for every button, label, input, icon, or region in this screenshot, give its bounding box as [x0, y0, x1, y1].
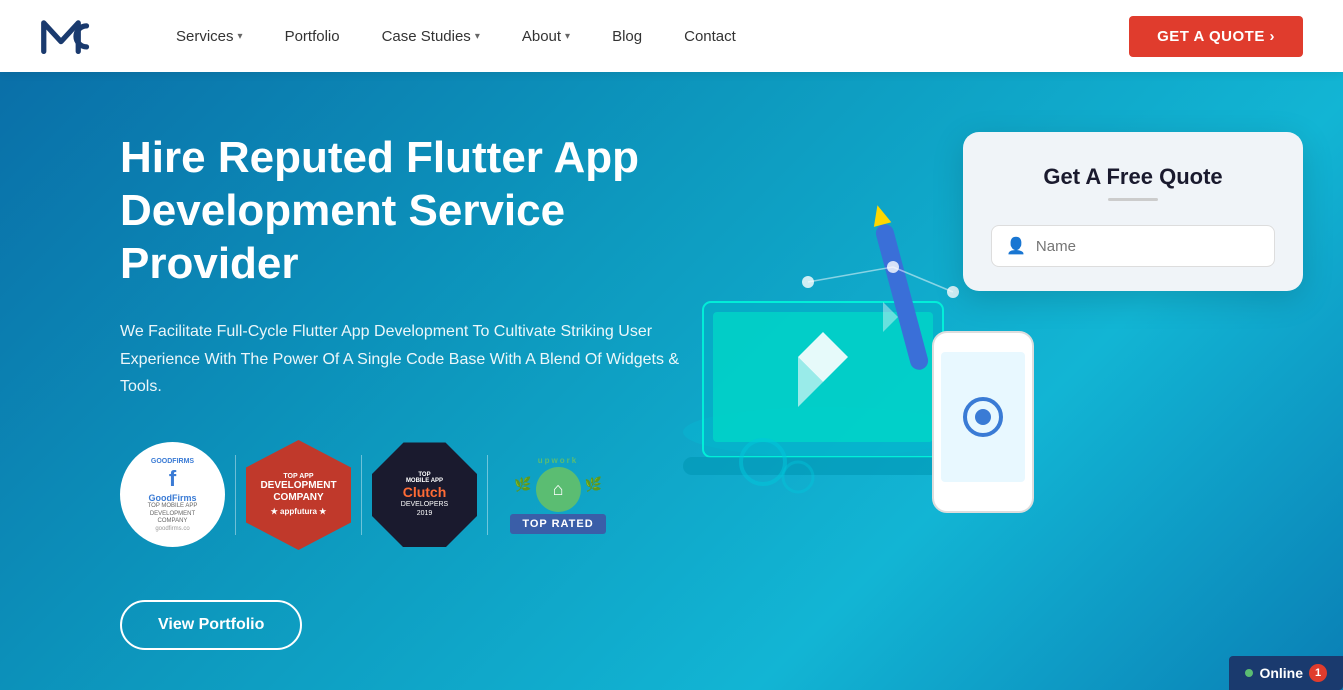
navbar: Services ▾ Portfolio Case Studies ▾ Abou…: [0, 0, 1343, 72]
online-indicator[interactable]: Online 1: [1229, 656, 1343, 690]
chevron-down-icon: ▾: [475, 31, 480, 42]
online-count-badge: 1: [1309, 664, 1327, 682]
badge-clutch: TOPMOBILE APP Clutch DEVELOPERS2019: [372, 442, 477, 547]
upwork-top-rated-badge: TOP RATED: [510, 514, 605, 534]
nav-item-blog[interactable]: Blog: [596, 20, 658, 53]
name-input[interactable]: [1036, 238, 1260, 255]
nav-item-contact[interactable]: Contact: [668, 20, 752, 53]
badge-clutch-wrap: TOPMOBILE APP Clutch DEVELOPERS2019: [372, 442, 477, 547]
quote-card-title: Get A Free Quote: [991, 164, 1275, 190]
badge-appfutura-wrap: TOP APP DEVELOPMENTCOMPANY ★ appfutura ★: [246, 440, 351, 550]
leaf-right-icon: 🌿: [585, 476, 602, 493]
nav-item-portfolio[interactable]: Portfolio: [269, 20, 356, 53]
nav-item-services[interactable]: Services ▾: [160, 20, 259, 53]
online-dot-icon: [1245, 669, 1253, 677]
quote-card: Get A Free Quote 👤: [963, 132, 1303, 291]
badge-divider: [235, 455, 236, 535]
quote-card-divider: [1108, 198, 1158, 201]
nav-item-about[interactable]: About ▾: [506, 20, 586, 53]
logo[interactable]: [40, 14, 100, 58]
hero-content: Hire Reputed Flutter App Development Ser…: [120, 132, 800, 650]
hero-section: Hire Reputed Flutter App Development Ser…: [0, 72, 1343, 690]
leaf-left-icon: 🌿: [514, 476, 531, 493]
person-icon: 👤: [1006, 236, 1026, 256]
chevron-down-icon: ▾: [565, 31, 570, 42]
hero-subtitle: We Facilitate Full-Cycle Flutter App Dev…: [120, 318, 700, 400]
get-quote-button[interactable]: GET A QUOTE ›: [1129, 16, 1303, 57]
badge-divider-2: [361, 455, 362, 535]
hero-title: Hire Reputed Flutter App Development Ser…: [120, 132, 740, 290]
badge-goodfirms: GOODFIRMS f GoodFirms TOP MOBILE APPDEVE…: [120, 442, 225, 547]
badge-upwork: 🌿 upwork ⌂ 🌿 TOP RATED: [498, 440, 618, 550]
nav-links: Services ▾ Portfolio Case Studies ▾ Abou…: [160, 20, 1129, 53]
name-input-wrap[interactable]: 👤: [991, 225, 1275, 267]
view-portfolio-button[interactable]: View Portfolio: [120, 600, 302, 650]
nav-item-case-studies[interactable]: Case Studies ▾: [366, 20, 496, 53]
badge-appfutura: TOP APP DEVELOPMENTCOMPANY ★ appfutura ★: [246, 440, 351, 550]
badge-divider-3: [487, 455, 488, 535]
chevron-down-icon: ▾: [238, 31, 243, 42]
badges-row: GOODFIRMS f GoodFirms TOP MOBILE APPDEVE…: [120, 440, 800, 550]
